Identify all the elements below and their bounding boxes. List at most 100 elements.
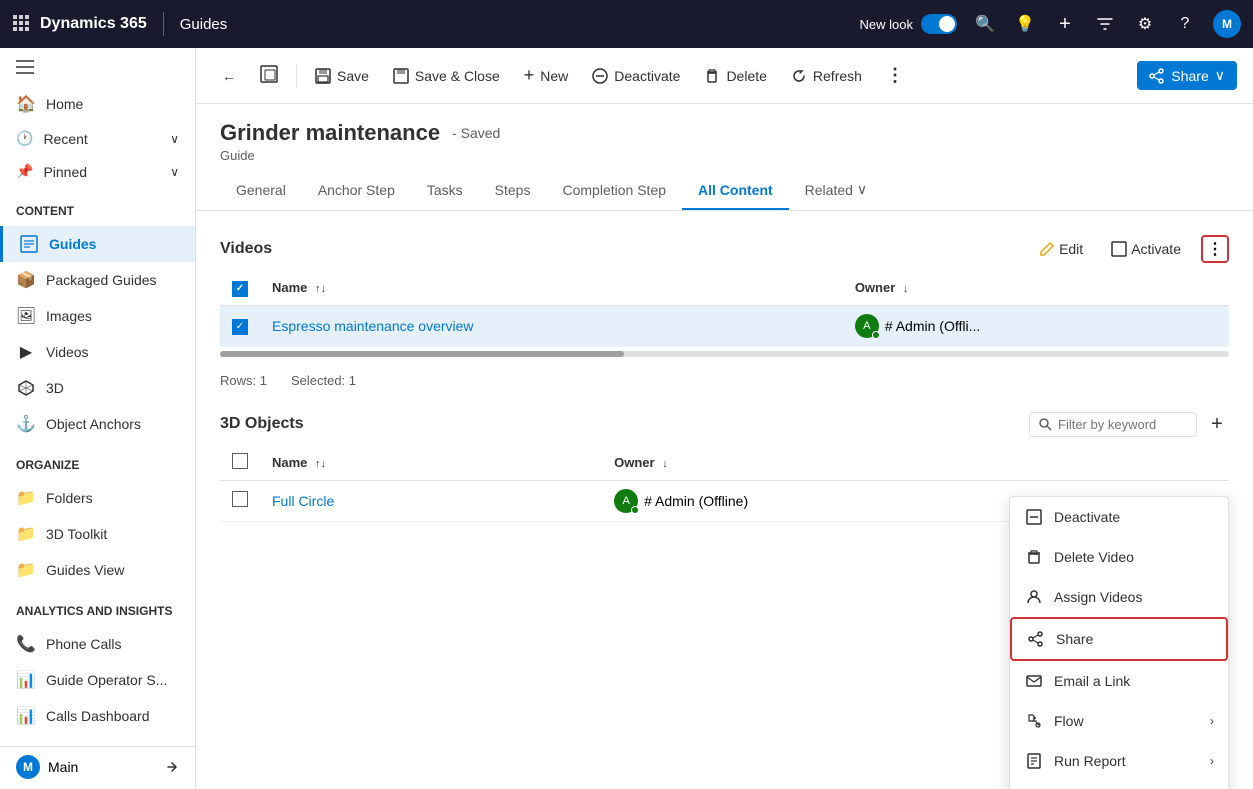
- sidebar-item-images[interactable]: 🖼 Images: [0, 298, 195, 334]
- menu-item-flow[interactable]: Flow ›: [1010, 701, 1228, 741]
- save-button[interactable]: Save: [305, 62, 379, 90]
- ellipsis-icon: ⋮: [1207, 239, 1223, 259]
- activate-button[interactable]: Activate: [1103, 237, 1189, 261]
- object-name-link[interactable]: Full Circle: [272, 493, 334, 509]
- owner-column-header: Owner ↓: [843, 271, 1229, 305]
- main-layout: 🏠 Home 🕐 Recent ∨ 📌 Pinned ∨ Content Gui…: [0, 48, 1253, 789]
- menu-item-email-link[interactable]: Email a Link: [1010, 661, 1228, 701]
- owner-sort-icon[interactable]: ↓: [903, 283, 909, 295]
- sidebar-item-recent[interactable]: 🕐 Recent ∨: [0, 122, 195, 155]
- save-icon: [315, 68, 331, 84]
- app-title: Dynamics 365: [40, 15, 147, 33]
- toolkit-icon: 📁: [16, 524, 36, 544]
- tab-tasks[interactable]: Tasks: [411, 171, 479, 210]
- objects-select-all[interactable]: [232, 453, 248, 469]
- flow-icon: [1024, 711, 1044, 731]
- share-button[interactable]: Share ∨: [1137, 61, 1237, 90]
- refresh-icon: [791, 68, 807, 84]
- menu-item-share[interactable]: Share: [1010, 617, 1228, 661]
- tab-steps[interactable]: Steps: [479, 171, 547, 210]
- sidebar-item-guides[interactable]: Guides: [0, 226, 195, 262]
- back-button[interactable]: ←: [212, 62, 246, 90]
- expand-icon: [260, 65, 278, 86]
- row-checkbox[interactable]: ✓: [232, 319, 248, 335]
- objects-name-header: Name ↑↓: [260, 445, 602, 481]
- sort-icon[interactable]: ↑↓: [315, 283, 326, 295]
- sidebar-item-folders[interactable]: 📁 Folders: [0, 480, 195, 516]
- tab-general[interactable]: General: [220, 171, 302, 210]
- share-icon: [1149, 68, 1165, 84]
- sidebar-item-packaged-guides[interactable]: 📦 Packaged Guides: [0, 262, 195, 298]
- edit-button[interactable]: Edit: [1031, 237, 1091, 261]
- save-close-button[interactable]: Save & Close: [383, 62, 510, 90]
- sidebar-item-guide-operator[interactable]: 📊 Guide Operator S...: [0, 662, 195, 698]
- tab-all-content[interactable]: All Content: [682, 171, 789, 210]
- sidebar-item-3d-toolkit[interactable]: 📁 3D Toolkit: [0, 516, 195, 552]
- hamburger-menu[interactable]: [0, 48, 195, 86]
- save-close-icon: [393, 68, 409, 84]
- app-logo[interactable]: Dynamics 365: [12, 14, 147, 34]
- dashboard-icon: 📊: [16, 706, 36, 726]
- objects-sort-icon[interactable]: ↑↓: [315, 458, 326, 470]
- menu-item-run-report[interactable]: Run Report ›: [1010, 741, 1228, 781]
- add-3d-object-button[interactable]: +: [1205, 412, 1229, 436]
- sidebar-item-3d[interactable]: 3D: [0, 370, 195, 406]
- filter-icon[interactable]: [1093, 12, 1117, 36]
- refresh-button[interactable]: Refresh: [781, 62, 872, 90]
- phone-icon: 📞: [16, 634, 36, 654]
- analytics-section-header: Analytics and Insights: [0, 596, 195, 626]
- name-column-header: Name ↑↓: [260, 271, 843, 305]
- tab-completion-step[interactable]: Completion Step: [546, 171, 682, 210]
- expand-icon: [165, 760, 179, 774]
- sidebar-item-phone-calls[interactable]: 📞 Phone Calls: [0, 626, 195, 662]
- help-icon[interactable]: ?: [1173, 12, 1197, 36]
- toggle-switch[interactable]: [921, 14, 957, 34]
- objects-section-header: 3D Objects +: [220, 412, 1229, 437]
- organize-section-header: Organize: [0, 450, 195, 480]
- select-all-checkbox[interactable]: ✓: [232, 281, 248, 297]
- content-section-header: Content: [0, 196, 195, 226]
- more-toolbar-button[interactable]: ⋮: [876, 59, 914, 92]
- nav-divider: [163, 12, 164, 36]
- filter-input[interactable]: [1058, 417, 1188, 432]
- report-arrow-icon: ›: [1210, 754, 1214, 768]
- deactivate-icon: [592, 68, 608, 84]
- tab-anchor-step[interactable]: Anchor Step: [302, 171, 411, 210]
- menu-item-word-templates[interactable]: Word Templates ›: [1010, 781, 1228, 789]
- search-icon[interactable]: 🔍: [973, 12, 997, 36]
- scroll-thumb[interactable]: [220, 351, 624, 357]
- horizontal-scrollbar[interactable]: [220, 351, 1229, 357]
- sidebar-item-object-anchors[interactable]: ⚓ Object Anchors: [0, 406, 195, 442]
- sidebar-item-calls-dashboard[interactable]: 📊 Calls Dashboard: [0, 698, 195, 734]
- objects-table-header: Name ↑↓ Owner ↓: [220, 445, 1229, 481]
- delete-icon: [704, 68, 720, 84]
- sidebar-item-home[interactable]: 🏠 Home: [0, 86, 195, 122]
- user-avatar[interactable]: M: [1213, 10, 1241, 38]
- anchor-icon: ⚓: [16, 414, 36, 434]
- deactivate-button[interactable]: Deactivate: [582, 62, 690, 90]
- sidebar-item-guides-view[interactable]: 📁 Guides View: [0, 552, 195, 588]
- expand-button[interactable]: [250, 59, 288, 92]
- plus-icon: +: [524, 65, 535, 86]
- video-name-link[interactable]: Espresso maintenance overview: [272, 318, 474, 334]
- menu-item-deactivate[interactable]: Deactivate: [1010, 497, 1228, 537]
- sidebar-item-pinned[interactable]: 📌 Pinned ∨: [0, 155, 195, 188]
- add-icon[interactable]: +: [1053, 12, 1077, 36]
- lightbulb-icon[interactable]: 💡: [1013, 12, 1037, 36]
- objects-title: 3D Objects: [220, 415, 304, 433]
- menu-item-delete-video[interactable]: Delete Video: [1010, 537, 1228, 577]
- object-row-checkbox[interactable]: [232, 491, 248, 507]
- tab-related[interactable]: Related ∨: [789, 171, 884, 210]
- guides-icon: [19, 234, 39, 254]
- object-status-dot: [631, 506, 639, 514]
- sidebar-item-videos[interactable]: ▶ Videos: [0, 334, 195, 370]
- menu-item-assign-videos[interactable]: Assign Videos: [1010, 577, 1228, 617]
- settings-icon[interactable]: ⚙: [1133, 12, 1157, 36]
- objects-owner-sort-icon[interactable]: ↓: [662, 458, 668, 470]
- more-options-button[interactable]: ⋮: [1201, 235, 1229, 263]
- content-area: Videos Edit Activate ⋮: [196, 211, 1253, 789]
- new-look-toggle[interactable]: New look: [860, 14, 957, 34]
- delete-button[interactable]: Delete: [694, 62, 776, 90]
- new-button[interactable]: + New: [514, 59, 579, 92]
- record-status: - Saved: [452, 125, 500, 141]
